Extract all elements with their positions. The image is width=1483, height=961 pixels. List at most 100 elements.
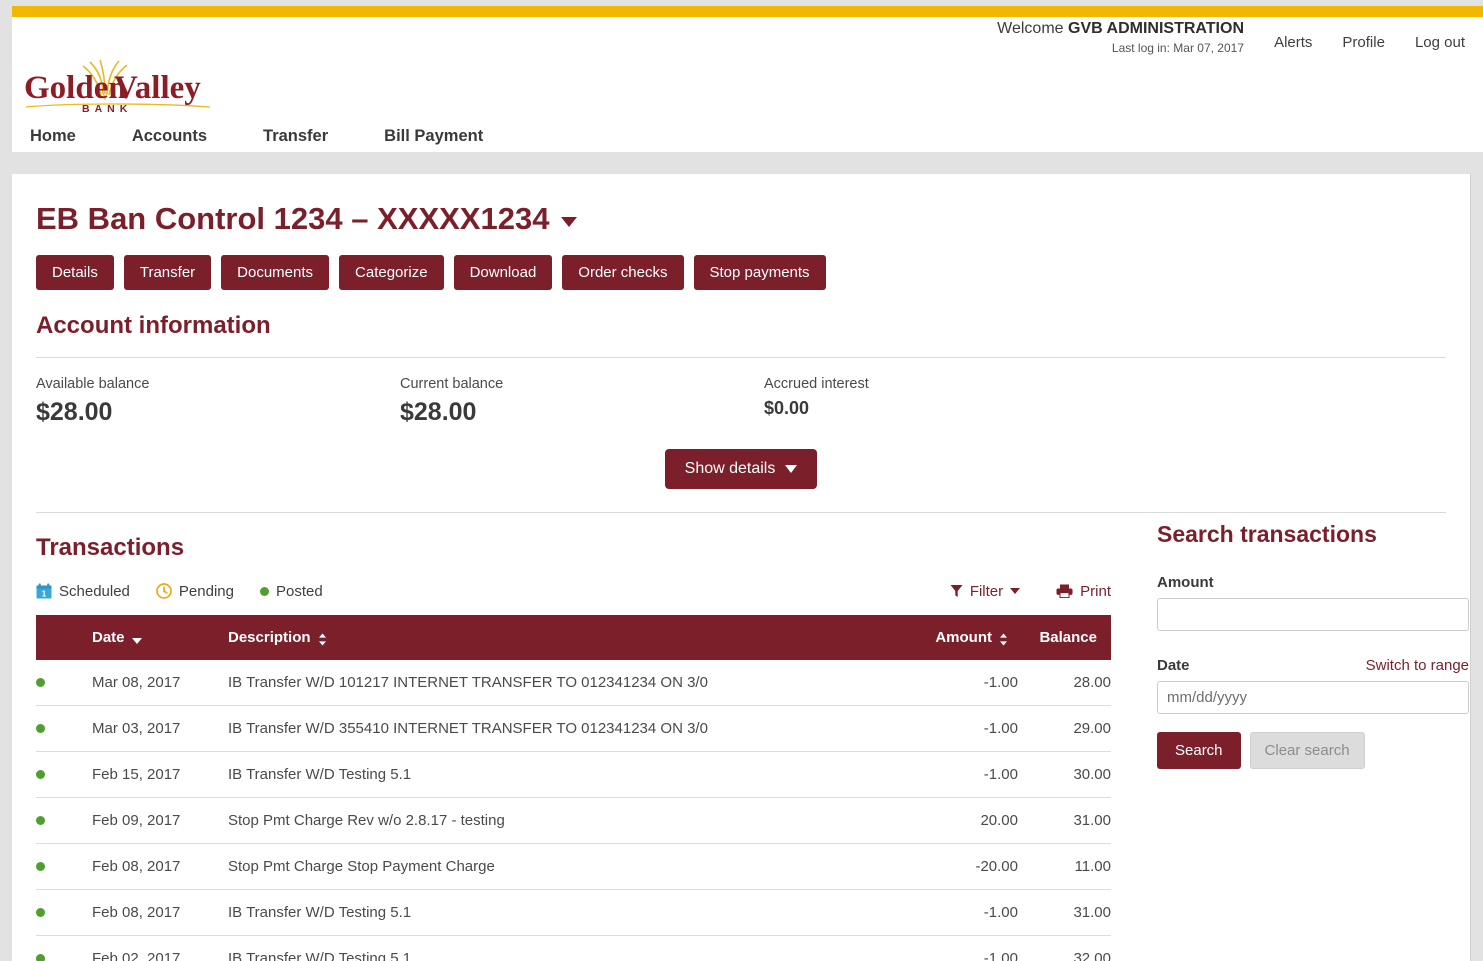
logout-link[interactable]: Log out <box>1415 34 1465 51</box>
table-row[interactable]: Feb 08, 2017 IB Transfer W/D Testing 5.1-… <box>36 889 1111 937</box>
clock-icon <box>156 583 172 599</box>
row-status-cell <box>36 705 92 753</box>
welcome-block: Welcome GVB ADMINISTRATION Last log in: … <box>997 19 1244 56</box>
categorize-button[interactable]: Categorize <box>339 255 444 291</box>
table-row[interactable]: Feb 09, 2017 Stop Pmt Charge Rev w/o 2.8.… <box>36 797 1111 845</box>
printer-icon <box>1056 584 1073 599</box>
alerts-link[interactable]: Alerts <box>1274 34 1312 51</box>
transactions-toolbar: 1 Scheduled Pending Posted Filter Print <box>36 579 1111 603</box>
clear-search-button[interactable]: Clear search <box>1249 732 1365 770</box>
column-balance: Balance <box>1018 615 1111 661</box>
row-amount-cell: -1.00 <box>888 889 1018 937</box>
status-legend: 1 Scheduled Pending Posted <box>36 583 323 600</box>
nav-item-bill-payment[interactable]: Bill Payment <box>384 121 483 152</box>
legend-scheduled: 1 Scheduled <box>36 583 130 600</box>
sort-desc-icon <box>131 637 142 644</box>
accrued-interest-label: Accrued interest <box>764 376 869 393</box>
svg-text:Valley: Valley <box>114 70 201 106</box>
download-button[interactable]: Download <box>453 255 553 291</box>
welcome-text: Welcome GVB ADMINISTRATION <box>997 19 1244 39</box>
amount-field-label: Amount <box>1157 574 1214 592</box>
stop-payments-button[interactable]: Stop payments <box>693 255 826 291</box>
table-row[interactable]: Feb 15, 2017 IB Transfer W/D Testing 5.1-… <box>36 751 1111 799</box>
column-description[interactable]: Description <box>228 615 888 661</box>
filter-button[interactable]: Filter <box>950 583 1021 600</box>
row-balance-cell: 11.00 <box>1018 843 1111 891</box>
column-amount[interactable]: Amount <box>888 615 1018 661</box>
page-root: Welcome GVB ADMINISTRATION Last log in: … <box>0 0 1483 961</box>
table-row[interactable]: Mar 08, 2017 IB Transfer W/D 101217 INTER… <box>36 660 1111 707</box>
legend-scheduled-label: Scheduled <box>59 582 130 600</box>
dot-icon <box>36 862 45 872</box>
column-date[interactable]: Date <box>92 615 228 661</box>
top-accent-bar <box>12 6 1483 17</box>
dot-icon <box>36 816 45 826</box>
dot-icon <box>36 678 45 688</box>
documents-button[interactable]: Documents <box>221 255 330 291</box>
page-title-text: EB Ban Control 1234 – XXXXX1234 <box>36 201 550 236</box>
current-balance-block: Current balance $28.00 <box>400 376 764 427</box>
switch-to-range-link[interactable]: Switch to range <box>1366 657 1469 674</box>
bank-logo[interactable]: Golden Valley BANK <box>24 54 214 116</box>
calendar-icon: 1 <box>36 583 52 599</box>
row-status-cell <box>36 751 92 799</box>
details-button[interactable]: Details <box>36 255 114 291</box>
table-row[interactable]: Feb 02, 2017 IB Transfer W/D Testing 5.1-… <box>36 935 1111 961</box>
main-content-card: EB Ban Control 1234 – XXXXX1234 Details … <box>12 174 1471 961</box>
row-description-cell: IB Transfer W/D 101217 INTERNET TRANSFER… <box>228 660 888 707</box>
transfer-button[interactable]: Transfer <box>123 255 212 291</box>
column-balance-label: Balance <box>1039 629 1097 647</box>
account-action-buttons: Details Transfer Documents Categorize Do… <box>36 255 1446 291</box>
row-description-cell: Stop Pmt Charge Rev w/o 2.8.17 - testing <box>228 797 888 845</box>
account-information-heading: Account information <box>36 312 271 340</box>
row-status-cell <box>36 660 92 707</box>
utility-links: Alerts Profile Log out <box>1274 34 1465 51</box>
transactions-section: Transactions 1 Scheduled Pending Posted … <box>36 513 1111 961</box>
row-date-cell: Feb 15, 2017 <box>92 751 228 799</box>
show-details-label: Show details <box>684 460 776 478</box>
date-input[interactable] <box>1157 681 1469 715</box>
toolbar-right-actions: Filter Print <box>950 583 1111 600</box>
sort-toggle-icon <box>318 633 326 646</box>
search-button[interactable]: Search <box>1157 732 1241 770</box>
balances-row: Available balance $28.00 Current balance… <box>36 376 1446 427</box>
search-panel-buttons: Search Clear search <box>1157 732 1469 770</box>
search-panel-heading: Search transactions <box>1157 521 1377 548</box>
row-date-cell: Feb 09, 2017 <box>92 797 228 845</box>
row-balance-cell: 32.00 <box>1018 935 1111 961</box>
page-title[interactable]: EB Ban Control 1234 – XXXXX1234 <box>36 201 1446 236</box>
dot-icon <box>36 908 45 918</box>
current-balance-label: Current balance <box>400 376 504 393</box>
date-field-label: Date <box>1157 657 1190 675</box>
amount-field-group: Amount <box>1157 574 1469 632</box>
nav-item-accounts[interactable]: Accounts <box>132 121 207 152</box>
nav-item-home[interactable]: Home <box>30 121 76 152</box>
nav-item-transfer[interactable]: Transfer <box>263 121 328 152</box>
column-amount-label: Amount <box>935 629 992 647</box>
table-row[interactable]: Mar 03, 2017 IB Transfer W/D 355410 INTER… <box>36 705 1111 753</box>
column-date-label: Date <box>92 629 125 647</box>
order-checks-button[interactable]: Order checks <box>562 255 684 291</box>
transactions-table: Date Description Amount Balance Mar 08, … <box>36 615 1111 961</box>
funnel-icon <box>950 585 963 598</box>
row-balance-cell: 31.00 <box>1018 797 1111 845</box>
main-navigation: Home Accounts Transfer Bill Payment <box>30 121 483 152</box>
row-description-cell: IB Transfer W/D Testing 5.1 <box>228 889 888 937</box>
row-description-cell: Stop Pmt Charge Stop Payment Charge <box>228 843 888 891</box>
show-details-button[interactable]: Show details <box>664 449 818 490</box>
legend-posted-label: Posted <box>275 582 323 600</box>
dot-icon <box>259 586 269 596</box>
table-row[interactable]: Feb 08, 2017 Stop Pmt Charge Stop Payment… <box>36 843 1111 891</box>
show-details-wrapper: Show details <box>36 449 1446 490</box>
transactions-table-body: Mar 08, 2017 IB Transfer W/D 101217 INTER… <box>36 660 1111 961</box>
row-status-cell <box>36 797 92 845</box>
row-amount-cell: -20.00 <box>888 843 1018 891</box>
svg-text:1: 1 <box>42 590 47 599</box>
chevron-down-icon[interactable] <box>561 217 578 228</box>
amount-input[interactable] <box>1157 598 1469 632</box>
svg-text:Golden: Golden <box>24 70 127 106</box>
welcome-prefix: Welcome <box>997 20 1068 37</box>
profile-link[interactable]: Profile <box>1342 34 1385 51</box>
row-amount-cell: -1.00 <box>888 705 1018 753</box>
print-button[interactable]: Print <box>1056 583 1111 600</box>
